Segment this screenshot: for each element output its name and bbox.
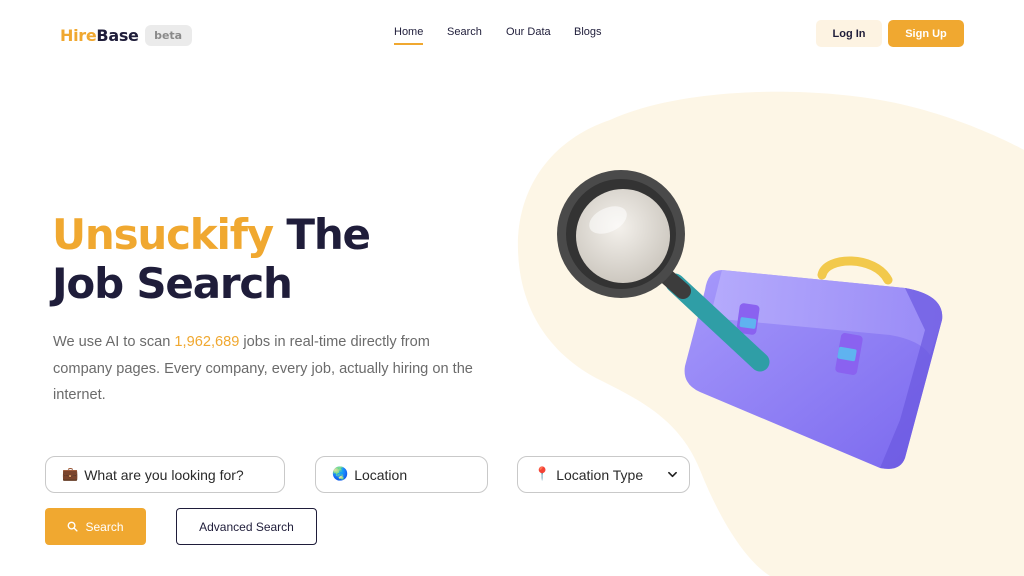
location-type-value: Location Type bbox=[556, 466, 644, 483]
logo-hire: Hire bbox=[60, 25, 97, 45]
briefcase-icon: 💼 bbox=[62, 467, 79, 482]
hero-desc-before: We use AI to scan bbox=[53, 334, 175, 350]
location-type-select[interactable]: 📍 Location Type bbox=[517, 456, 690, 493]
globe-icon: 🌏 bbox=[332, 467, 349, 482]
beta-badge: beta bbox=[144, 24, 192, 46]
briefcase-icon bbox=[684, 256, 943, 469]
hero-title-line-2: Job Search bbox=[52, 259, 293, 308]
search-icon bbox=[68, 521, 79, 532]
logo-base: Base bbox=[96, 25, 139, 45]
magnifier-icon bbox=[557, 170, 770, 372]
search-button[interactable]: Search bbox=[45, 508, 146, 545]
hero-description: We use AI to scan 1,962,689 jobs in real… bbox=[53, 329, 483, 409]
nav-blogs[interactable]: Blogs bbox=[574, 26, 602, 38]
login-button[interactable]: Log In bbox=[816, 20, 882, 47]
nav-search[interactable]: Search bbox=[447, 26, 482, 38]
nav-our-data[interactable]: Our Data bbox=[506, 26, 551, 38]
nav-home[interactable]: Home bbox=[394, 26, 424, 45]
hero-title: Unsuckify The Job Search bbox=[52, 210, 512, 308]
job-count: 1,962,689 bbox=[174, 334, 240, 350]
pin-icon: 📍 bbox=[534, 467, 551, 482]
hero-title-accent: Unsuckify bbox=[52, 210, 274, 259]
chevron-down-icon bbox=[668, 471, 677, 478]
logo-text: HireBase bbox=[60, 26, 139, 45]
job-query-placeholder: What are you looking for? bbox=[84, 466, 244, 483]
location-input[interactable]: 🌏 Location bbox=[315, 456, 488, 493]
location-placeholder: Location bbox=[354, 466, 408, 483]
hero-title-rest: The bbox=[272, 210, 371, 259]
signup-button[interactable]: Sign Up bbox=[888, 20, 964, 47]
search-button-label: Search bbox=[85, 519, 124, 534]
job-query-input[interactable]: 💼 What are you looking for? bbox=[45, 456, 285, 493]
advanced-search-button[interactable]: Advanced Search bbox=[176, 508, 317, 545]
logo[interactable]: HireBase beta bbox=[60, 24, 192, 46]
